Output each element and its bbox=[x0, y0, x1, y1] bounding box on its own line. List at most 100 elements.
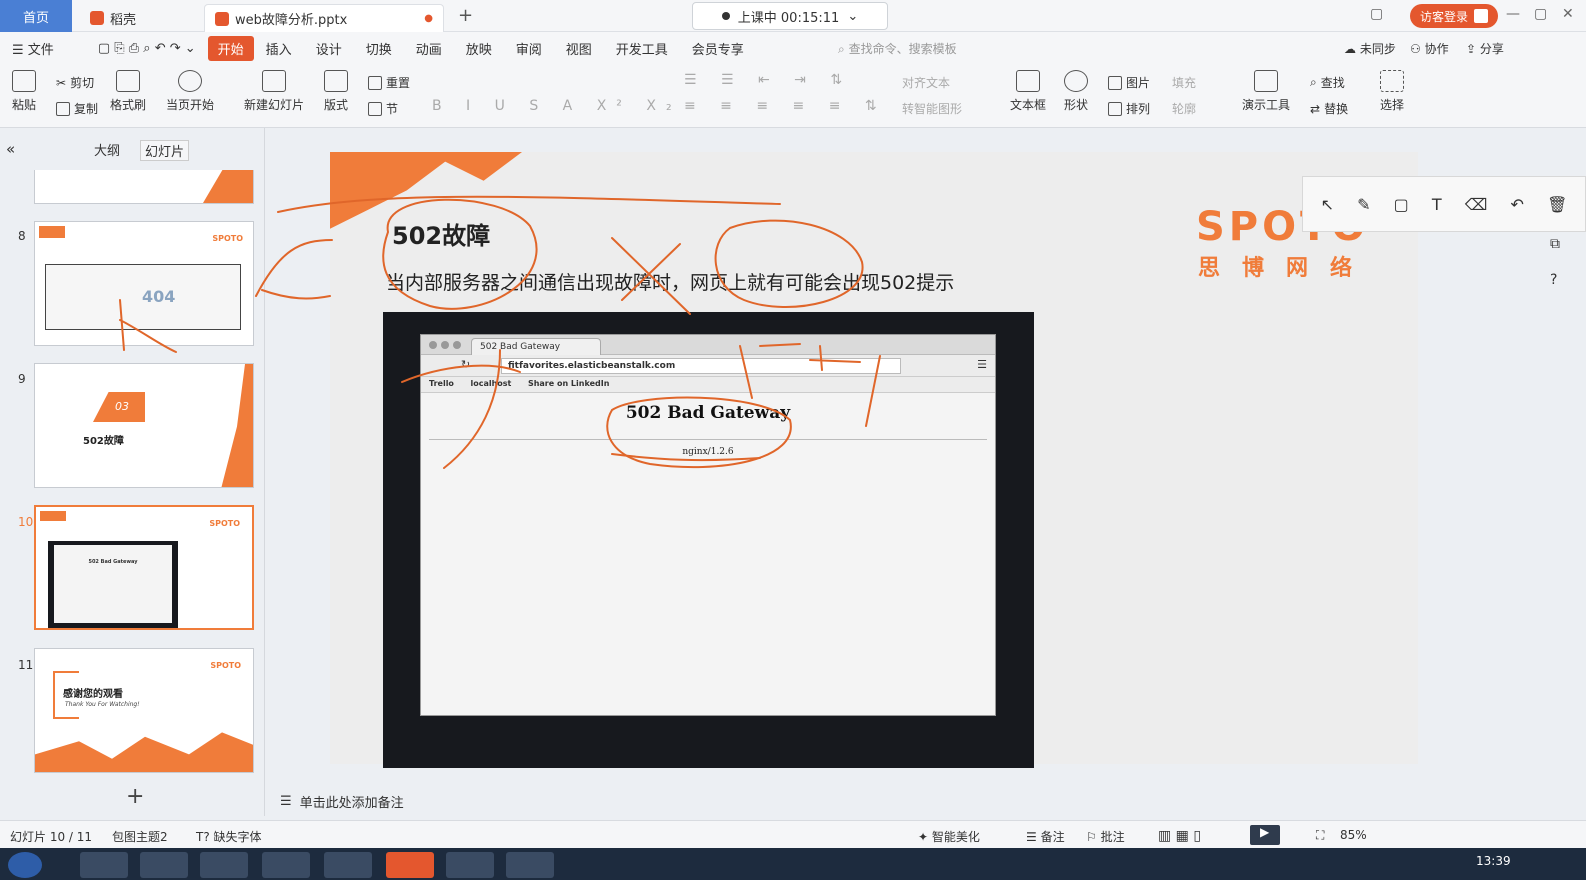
help-icon[interactable]: ? bbox=[1550, 272, 1557, 288]
tab-outline[interactable]: 大纲 bbox=[94, 140, 120, 159]
minimize-icon[interactable]: — bbox=[1506, 6, 1520, 22]
comments-toggle[interactable]: ⚐ 批注 bbox=[1086, 828, 1125, 845]
login-button[interactable]: 访客登录 bbox=[1410, 4, 1499, 28]
slide-thumbnail-11[interactable]: 感谢您的观看 Thank You For Watching! SPOTO bbox=[34, 648, 254, 773]
select-button[interactable]: 选择 bbox=[1380, 70, 1404, 113]
view-mode-icons[interactable]: ▥ ▦ ▯ bbox=[1158, 828, 1201, 844]
login-label: 访客登录 bbox=[1420, 9, 1469, 24]
slide-thumbnail-10-selected[interactable]: SPOTO 502 Bad Gateway bbox=[34, 505, 254, 630]
tab-daoke[interactable]: 稻壳 bbox=[80, 4, 146, 32]
taskbar-app[interactable] bbox=[80, 852, 128, 878]
menu-transition[interactable]: 切换 bbox=[354, 39, 404, 58]
picture-button[interactable]: 图片 bbox=[1108, 74, 1150, 91]
cut-button[interactable]: ✂ 剪切 bbox=[56, 74, 94, 91]
menu-design[interactable]: 设计 bbox=[304, 39, 354, 58]
notes-area[interactable]: ☰ 单击此处添加备注 bbox=[280, 792, 404, 811]
slide-thumbnail[interactable] bbox=[34, 170, 254, 204]
reset-button[interactable]: 重置 bbox=[368, 74, 410, 91]
start-button[interactable] bbox=[8, 852, 42, 878]
menu-view[interactable]: 视图 bbox=[554, 39, 604, 58]
taskbar-app[interactable] bbox=[140, 852, 188, 878]
pen-icon[interactable]: ✎ bbox=[1357, 195, 1370, 214]
missing-font-label: 缺失字体 bbox=[213, 830, 262, 844]
notes-toggle[interactable]: ☰ 备注 bbox=[1026, 828, 1065, 845]
bookmark-item: Trello bbox=[429, 379, 454, 388]
textbox-button[interactable]: 文本框 bbox=[1010, 70, 1046, 113]
new-slide-button[interactable]: 新建幻灯片 bbox=[244, 70, 304, 113]
find-button[interactable]: ⌕ 查找 bbox=[1310, 74, 1345, 91]
eraser-icon[interactable]: ⌫ bbox=[1465, 195, 1488, 214]
add-slide-button[interactable]: + bbox=[126, 784, 144, 809]
tab-slides[interactable]: 幻灯片 bbox=[140, 140, 190, 161]
missing-font-button[interactable]: T? 缺失字体 bbox=[196, 828, 262, 845]
paste-button[interactable]: 粘贴 bbox=[12, 70, 36, 113]
play-from-current-button[interactable]: 当页开始 bbox=[166, 70, 214, 113]
menu-save-icon[interactable]: ▢ ⎘ ⎙ ⌕ ↶ ↷ ⌄ bbox=[86, 41, 208, 56]
slide-body-text[interactable]: 当内部服务器之间通信出现故障时，网页上就有可能会出现502提示 bbox=[386, 268, 954, 295]
taskbar-app[interactable] bbox=[324, 852, 372, 878]
rectangle-icon[interactable]: ▢ bbox=[1394, 195, 1409, 214]
layout-button[interactable]: 版式 bbox=[324, 70, 348, 113]
arrange-button[interactable]: 排列 bbox=[1108, 100, 1150, 117]
menu-file-label: 文件 bbox=[27, 42, 54, 58]
collab-button[interactable]: ⚇ 协作 bbox=[1410, 40, 1449, 57]
fit-icon[interactable]: ⛶ bbox=[1316, 828, 1324, 843]
taskbar-wps[interactable] bbox=[386, 852, 434, 878]
copy-button[interactable]: 复制 bbox=[56, 100, 98, 117]
play-slideshow-button[interactable]: ▶ bbox=[1250, 825, 1280, 845]
clock: 13:39 bbox=[1476, 854, 1511, 868]
menu-file[interactable]: ☰ 文件 bbox=[0, 39, 66, 58]
menu-developer[interactable]: 开发工具 bbox=[604, 39, 680, 58]
browser-bookmarks: Trello localhost Share on LinkedIn bbox=[421, 377, 995, 393]
pointer-icon[interactable]: ↖ bbox=[1321, 195, 1334, 214]
menu-review[interactable]: 审阅 bbox=[504, 39, 554, 58]
sync-status[interactable]: ☁ 未同步 bbox=[1344, 40, 1396, 57]
paragraph-align-icons[interactable]: ≡ ≡ ≡ ≡ ≡ ⇅ bbox=[684, 98, 887, 114]
tab-home[interactable]: 首页 bbox=[0, 0, 72, 32]
command-search[interactable]: ⌕ 查找命令、搜索模板 bbox=[838, 40, 957, 57]
zoom-level[interactable]: 85% bbox=[1340, 828, 1367, 842]
menu-member[interactable]: 会员专享 bbox=[680, 39, 756, 58]
share-button[interactable]: ⇪ 分享 bbox=[1466, 40, 1504, 57]
align-text-button[interactable]: 对齐文本 bbox=[902, 74, 950, 91]
window-count-icon[interactable]: ▢ bbox=[1370, 6, 1383, 22]
replace-label: 替换 bbox=[1324, 102, 1349, 116]
unsaved-dot-icon: ● bbox=[424, 13, 433, 24]
tab-document[interactable]: web故障分析.pptx ● bbox=[204, 4, 444, 32]
theme-name[interactable]: 包图主题2 bbox=[112, 828, 168, 845]
format-painter-button[interactable]: 格式刷 bbox=[110, 70, 146, 113]
font-format-icons[interactable]: B I U S A X² X₂ bbox=[432, 98, 682, 114]
taskbar-app[interactable] bbox=[506, 852, 554, 878]
slide-thumbnail-9[interactable]: 03 502故障 bbox=[34, 363, 254, 488]
slide-title[interactable]: 502故障 bbox=[392, 216, 490, 251]
recording-status[interactable]: 上课中 00:15:11 ⌄ bbox=[692, 2, 888, 30]
menu-insert[interactable]: 插入 bbox=[254, 39, 304, 58]
collapse-panel-icon[interactable]: « bbox=[6, 140, 15, 158]
close-icon[interactable]: ✕ bbox=[1562, 6, 1574, 22]
side-panel-icon[interactable]: ⧉ bbox=[1550, 236, 1560, 252]
maximize-icon[interactable]: ▢ bbox=[1534, 6, 1547, 22]
replace-button[interactable]: ⇄ 替换 bbox=[1310, 100, 1348, 117]
arrange-icon bbox=[1108, 101, 1122, 116]
fill-button[interactable]: 填充 bbox=[1172, 74, 1196, 91]
section-button[interactable]: 节 bbox=[368, 100, 398, 117]
text-icon[interactable]: T bbox=[1432, 195, 1442, 214]
slide-number: 11 bbox=[18, 658, 34, 672]
presenter-tools-button[interactable]: 演示工具 bbox=[1242, 70, 1290, 113]
menu-slideshow[interactable]: 放映 bbox=[454, 39, 504, 58]
menu-animation[interactable]: 动画 bbox=[404, 39, 454, 58]
new-tab-button[interactable]: + bbox=[458, 5, 473, 26]
shape-button[interactable]: 形状 bbox=[1064, 70, 1088, 113]
taskbar-app[interactable] bbox=[446, 852, 494, 878]
smart-art-button[interactable]: 转智能图形 bbox=[902, 100, 962, 117]
beautify-button[interactable]: ✦ 智能美化 bbox=[918, 828, 980, 845]
taskbar-app[interactable] bbox=[262, 852, 310, 878]
undo-icon[interactable]: ↶ bbox=[1511, 195, 1524, 214]
menu-start[interactable]: 开始 bbox=[207, 35, 254, 61]
slide-thumbnail-8[interactable]: SPOTO 404 bbox=[34, 221, 254, 346]
align-text-label: 对齐文本 bbox=[902, 76, 951, 90]
outline-button[interactable]: 轮廓 bbox=[1172, 100, 1196, 117]
list-icons[interactable]: ☰ ☰ ⇤ ⇥ ⇅ bbox=[684, 72, 852, 88]
trash-icon[interactable]: 🗑 bbox=[1547, 195, 1567, 214]
taskbar-app[interactable] bbox=[200, 852, 248, 878]
